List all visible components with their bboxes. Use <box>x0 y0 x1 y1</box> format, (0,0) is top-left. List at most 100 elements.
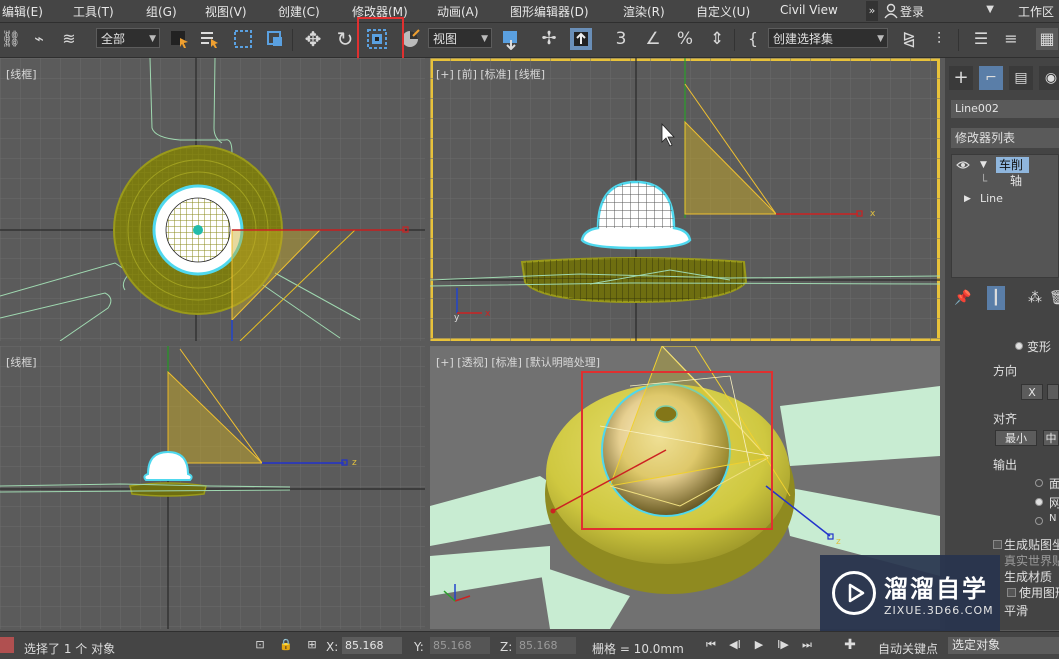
stack-item-line[interactable]: ▶ Line <box>952 191 1059 207</box>
gen-mapping-checkbox[interactable] <box>993 540 1002 549</box>
main-toolbar: ⛓ ⌁ ≋ 全部 ▼ ✥ ↻ 视图 ▼ ✢ 3 ∠ % ⇕ { 创建选择集 ▼ ⧎ ⫶… <box>0 23 1059 58</box>
select-by-name-icon[interactable] <box>198 28 220 50</box>
login-label: 登录 <box>900 5 925 19</box>
menu-rendering[interactable]: 渲染(R) <box>623 3 665 20</box>
menu-create[interactable]: 创建(C) <box>278 3 320 20</box>
spinner-snap-icon[interactable]: ⇕ <box>706 28 728 50</box>
pivot-center-icon[interactable] <box>500 28 522 50</box>
scene-explorer-icon[interactable]: ☰ <box>970 28 992 50</box>
viewport-front-label[interactable]: [+] [前] [标准] [线框] <box>436 66 545 82</box>
output-nurbs-radio[interactable] <box>1035 517 1043 525</box>
bind-space-warp-icon[interactable]: ≋ <box>58 28 80 50</box>
menu-customize[interactable]: 自定义(U) <box>696 3 750 20</box>
pin-stack-icon[interactable]: 📌 <box>951 286 975 310</box>
output-nurbs-label: N <box>1049 513 1057 524</box>
stack-item-lathe[interactable]: ▼ 车削 <box>952 157 1059 173</box>
hierarchy-tab-icon[interactable]: ▤ <box>1009 66 1033 90</box>
window-crossing-icon[interactable] <box>264 28 286 50</box>
menu-animation[interactable]: 动画(A) <box>437 3 479 20</box>
eye-icon[interactable] <box>956 159 970 171</box>
viewport-top[interactable]: [线框] <box>0 58 425 341</box>
watermark-logo: 溜溜自学 ZIXUE.3D66.COM <box>820 555 1000 640</box>
viewport-top-label[interactable]: [线框] <box>6 66 37 82</box>
menu-civil-view[interactable]: Civil View <box>780 3 838 17</box>
modifier-list-dropdown[interactable]: 修改器列表 <box>951 128 1059 148</box>
select-manipulate-icon[interactable]: ✢ <box>538 28 560 50</box>
viewport-perspective-label[interactable]: [+] [透视] [标准] [默认明暗处理] <box>436 354 600 370</box>
stack-item-line-label: Line <box>980 192 1003 205</box>
z-coord-field[interactable]: 85.168 <box>516 637 576 654</box>
remove-modifier-icon[interactable]: 🗑 <box>1049 286 1059 310</box>
expand-triangle-icon[interactable]: ▶ <box>964 191 971 207</box>
isolate-selection-icon[interactable]: ⊡ <box>252 637 268 653</box>
direction-x-button[interactable]: X <box>1021 384 1043 400</box>
viewport-left-canvas: z <box>0 346 425 629</box>
expand-triangle-icon[interactable]: ▼ <box>980 157 987 173</box>
align-center-button[interactable]: 中 <box>1043 430 1059 446</box>
keyboard-shortcut-override-icon[interactable] <box>570 28 592 50</box>
mirror-icon[interactable]: ⧎ <box>898 28 920 50</box>
stack-controls: 📌 ┃ ⁂ 🗑 <box>945 286 1059 310</box>
snap-3d-icon[interactable]: 3 <box>610 28 632 50</box>
chevron-down-icon: ▼ <box>986 4 994 15</box>
login-dropdown[interactable]: 登录 ▼ <box>880 2 998 20</box>
axis-y-label: y <box>454 313 460 323</box>
output-mesh-radio[interactable] <box>1035 498 1043 506</box>
menu-tools[interactable]: 工具(T) <box>73 3 114 20</box>
gen-material-label: 生成材质 <box>1004 570 1053 584</box>
edit-named-selection-icon[interactable]: { <box>742 28 764 50</box>
use-shape-checkbox[interactable] <box>1007 588 1016 597</box>
select-object-icon[interactable] <box>168 28 190 50</box>
menu-graph-editors[interactable]: 图形编辑器(D) <box>510 3 589 20</box>
named-selection-set-select[interactable]: 创建选择集 ▼ <box>768 28 888 48</box>
viewport-front[interactable]: x x y [+] [前] [标准] [线框] <box>430 58 940 341</box>
x-coord-field[interactable]: 85.168 <box>342 637 402 654</box>
y-coord-field[interactable]: 85.168 <box>430 637 490 654</box>
menu-overflow-button[interactable]: » <box>866 1 878 21</box>
align-icon[interactable]: ⫶ <box>928 28 950 50</box>
move-icon[interactable]: ✥ <box>302 28 324 50</box>
rect-selection-region-icon[interactable] <box>232 28 254 50</box>
lock-icon[interactable]: 🔒 <box>278 637 294 653</box>
direction-y-button[interactable] <box>1047 384 1059 400</box>
object-name-field[interactable]: Line002 <box>951 100 1059 118</box>
rotate-icon[interactable]: ↻ <box>334 28 356 50</box>
workspace-label[interactable]: 工作区 <box>1018 3 1054 20</box>
transform-mode-icon[interactable]: ⊞ <box>304 637 320 653</box>
menu-edit[interactable]: 编辑(E) <box>2 3 43 20</box>
layer-explorer-icon[interactable]: ≡ <box>1000 28 1022 50</box>
previous-frame-icon[interactable]: ◀Ⅰ <box>727 637 743 653</box>
modify-tab-icon[interactable]: ⌐ <box>979 66 1003 90</box>
reference-coord-select[interactable]: 视图 ▼ <box>428 28 492 48</box>
menu-bar: 编辑(E) 工具(T) 组(G) 视图(V) 创建(C) 修改器(M) 动画(A… <box>0 0 1059 23</box>
axis-x-label: x <box>870 209 876 219</box>
next-frame-icon[interactable]: Ⅰ▶ <box>775 637 791 653</box>
show-end-result-icon[interactable]: ┃ <box>987 286 1005 310</box>
align-min-button[interactable]: 最小 <box>995 430 1037 446</box>
link-icon[interactable]: ⛓ <box>0 28 22 50</box>
stack-item-axis[interactable]: └ 轴 <box>952 173 1059 189</box>
key-filter-select[interactable]: 选定对象 <box>948 637 1059 654</box>
create-tab-icon[interactable]: + <box>949 66 973 90</box>
morph-radio[interactable] <box>1015 342 1023 350</box>
make-unique-icon[interactable]: ⁂ <box>1023 286 1047 310</box>
set-key-icon[interactable]: ✚ <box>842 637 858 653</box>
viewport-left-label[interactable]: [线框] <box>6 354 37 370</box>
maxscript-listener-button[interactable] <box>0 637 14 653</box>
go-to-end-icon[interactable]: ⏭ <box>799 637 815 653</box>
play-icon[interactable]: ▶ <box>751 637 767 653</box>
toggle-ribbon-icon[interactable]: ▦ <box>1036 28 1058 50</box>
angle-snap-icon[interactable]: ∠ <box>642 28 664 50</box>
z-coord-label: Z: <box>500 640 513 654</box>
chevron-down-icon: ▼ <box>149 34 156 44</box>
auto-key-button[interactable]: 自动关键点 <box>878 640 938 657</box>
unlink-icon[interactable]: ⌁ <box>28 28 50 50</box>
output-patch-radio[interactable] <box>1035 479 1043 487</box>
viewport-left[interactable]: z [线框] <box>0 346 425 629</box>
go-to-start-icon[interactable]: ⏮ <box>703 637 719 653</box>
selection-filter-select[interactable]: 全部 ▼ <box>96 28 160 48</box>
motion-tab-icon[interactable]: ◉ <box>1039 66 1059 90</box>
menu-group[interactable]: 组(G) <box>146 3 177 20</box>
percent-snap-icon[interactable]: % <box>674 28 696 50</box>
menu-view[interactable]: 视图(V) <box>205 3 247 20</box>
